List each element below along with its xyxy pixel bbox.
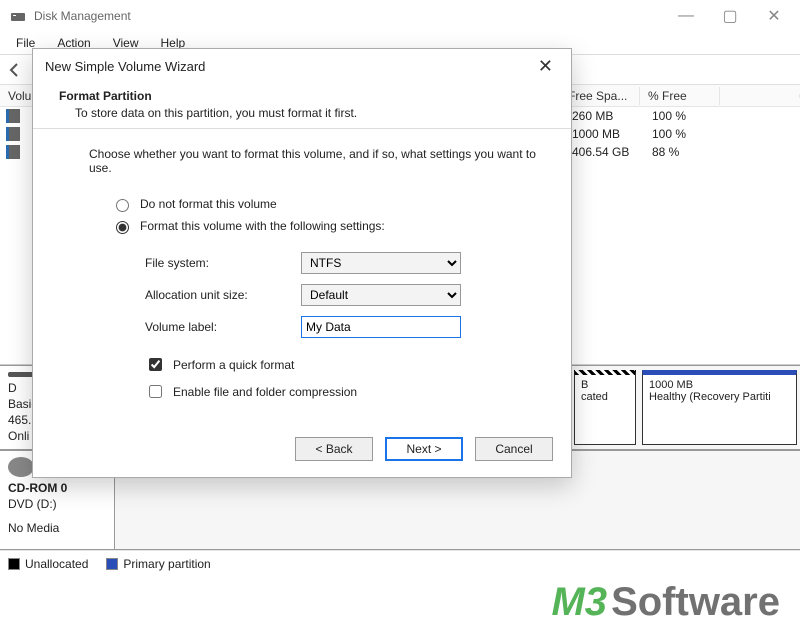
wizard-instruction: Choose whether you want to format this v…	[59, 147, 545, 175]
volume-free: 406.54 GB	[564, 145, 644, 159]
back-icon[interactable]	[6, 61, 24, 79]
compression-checkbox[interactable]	[149, 385, 162, 398]
file-system-label: File system:	[145, 256, 285, 270]
part-size: B	[581, 379, 629, 391]
wizard-buttons: < Back Next > Cancel	[33, 427, 571, 477]
wizard-close-button[interactable]: ✕	[528, 56, 563, 77]
wizard-header: Format Partition To store data on this p…	[33, 83, 571, 129]
volume-icon	[6, 127, 20, 141]
disk-icon	[8, 372, 34, 377]
volume-pct: 88 %	[644, 145, 724, 159]
wizard-heading: Format Partition	[59, 89, 549, 103]
window-minimize-button[interactable]: —	[664, 1, 708, 31]
cancel-button[interactable]: Cancel	[475, 437, 553, 461]
wizard-body: Choose whether you want to format this v…	[33, 129, 571, 427]
quick-format-checkbox-row[interactable]: Perform a quick format	[59, 351, 545, 378]
radio-do-not-format-label: Do not format this volume	[140, 197, 277, 211]
compression-label: Enable file and folder compression	[173, 385, 357, 399]
disk-mgmt-icon	[10, 8, 26, 24]
compression-checkbox-row[interactable]: Enable file and folder compression	[59, 378, 545, 405]
wizard-titlebar: New Simple Volume Wizard ✕	[33, 49, 571, 83]
file-system-select[interactable]: NTFS	[301, 252, 461, 274]
volume-label-label: Volume label:	[145, 320, 285, 334]
radio-format-with-settings-label: Format this volume with the following se…	[140, 219, 385, 233]
format-settings: File system: NTFS Allocation unit size: …	[145, 247, 545, 343]
window-title: Disk Management	[32, 9, 131, 23]
partition-recovery[interactable]: 1000 MB Healthy (Recovery Partiti	[642, 370, 797, 445]
radio-do-not-format[interactable]: Do not format this volume	[59, 193, 545, 215]
swatch-unallocated	[8, 558, 20, 570]
partition-allocated[interactable]: B cated	[574, 370, 636, 445]
legend-primary: Primary partition	[106, 557, 210, 571]
cdrom-title: CD-ROM 0	[8, 481, 106, 495]
allocation-unit-size-label: Allocation unit size:	[145, 288, 285, 302]
volume-icon	[6, 145, 20, 159]
watermark-software: Software	[611, 580, 780, 625]
volume-icon	[6, 109, 20, 123]
part-status: cated	[581, 391, 629, 403]
legend-unallocated: Unallocated	[8, 557, 88, 571]
back-button[interactable]: < Back	[295, 437, 373, 461]
volume-pct: 100 %	[644, 127, 724, 141]
col-pct-free[interactable]: % Free	[640, 87, 720, 105]
volume-free: 1000 MB	[564, 127, 644, 141]
volume-pct: 100 %	[644, 109, 724, 123]
window-close-button[interactable]: ✕	[752, 1, 796, 31]
allocation-unit-size-select[interactable]: Default	[301, 284, 461, 306]
window-titlebar: Disk Management — ▢ ✕	[0, 0, 800, 32]
cdrom-path: DVD (D:)	[8, 497, 106, 511]
window-controls: — ▢ ✕	[664, 1, 796, 31]
col-free-space[interactable]: Free Spa...	[560, 87, 640, 105]
col-empty	[720, 94, 800, 98]
wizard-title: New Simple Volume Wizard	[45, 59, 205, 74]
new-simple-volume-wizard: New Simple Volume Wizard ✕ Format Partit…	[32, 48, 572, 478]
radio-format-with-settings[interactable]: Format this volume with the following se…	[59, 215, 545, 237]
part-size: 1000 MB	[649, 379, 790, 391]
watermark: M3 Software	[551, 580, 780, 625]
watermark-m3: M3	[551, 580, 607, 625]
swatch-primary	[106, 558, 118, 570]
volume-label-input[interactable]	[301, 316, 461, 338]
window-maximize-button[interactable]: ▢	[708, 1, 752, 31]
wizard-subheading: To store data on this partition, you mus…	[59, 106, 549, 120]
cdrom-icon	[8, 457, 34, 477]
legend: Unallocated Primary partition	[0, 550, 800, 577]
radio-do-not-format-input[interactable]	[116, 199, 129, 212]
next-button[interactable]: Next >	[385, 437, 463, 461]
part-status: Healthy (Recovery Partiti	[649, 391, 790, 403]
volume-free: 260 MB	[564, 109, 644, 123]
quick-format-label: Perform a quick format	[173, 358, 294, 372]
cdrom-status: No Media	[8, 521, 106, 535]
quick-format-checkbox[interactable]	[149, 358, 162, 371]
radio-format-with-settings-input[interactable]	[116, 221, 129, 234]
